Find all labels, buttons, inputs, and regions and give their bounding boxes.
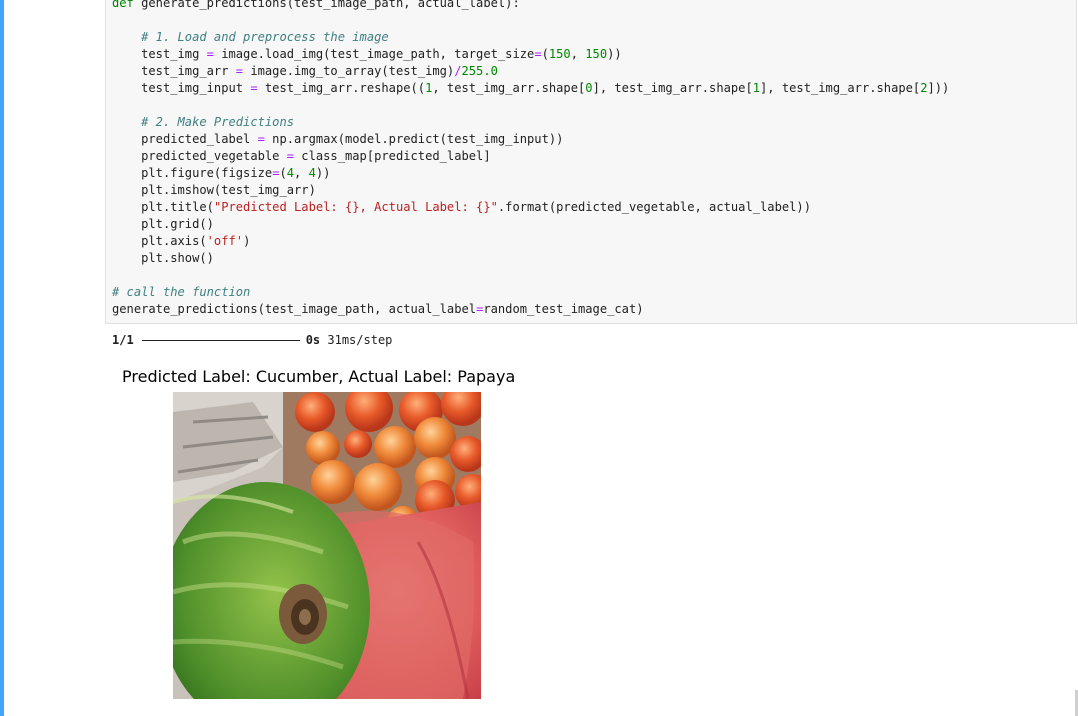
- code-token: =: [534, 47, 542, 61]
- code-token: generate_predictions(test_image_path, ac…: [112, 302, 477, 316]
- code-line: predicted_label = np.argmax(model.predic…: [112, 131, 949, 148]
- plot-image: [173, 392, 481, 699]
- code-token: 4: [286, 166, 295, 180]
- code-token: 2: [920, 81, 928, 95]
- code-editor[interactable]: def generate_predictions(test_image_path…: [112, 0, 949, 318]
- code-line: def generate_predictions(test_image_path…: [112, 0, 949, 12]
- code-token: image.img_to_array(test_img): [243, 64, 455, 78]
- code-line: plt.grid(): [112, 216, 949, 233]
- code-token: test_img_arr.reshape((: [257, 81, 426, 95]
- code-token: plt.title(: [112, 200, 214, 214]
- code-token: 150: [585, 47, 608, 61]
- code-token: plt.show(): [112, 251, 214, 265]
- progress-step: 1/1: [112, 333, 134, 347]
- code-token: .format(predicted_vegetable, actual_labe…: [497, 200, 811, 214]
- code-token: =: [257, 132, 265, 146]
- progress-bar: [141, 340, 300, 341]
- code-token: def: [112, 0, 142, 10]
- code-token: plt.imshow(test_img_arr): [112, 183, 316, 197]
- code-token: random_test_image_cat): [483, 302, 644, 316]
- cell-selection-bar: [0, 0, 4, 716]
- code-token: 255.0: [461, 64, 498, 78]
- code-token: test_img_arr: [112, 64, 236, 78]
- code-token: ], test_img_arr.shape[: [760, 81, 921, 95]
- code-token: # call the function: [112, 285, 251, 299]
- code-token: 4: [308, 166, 316, 180]
- code-line: plt.figure(figsize=(4, 4)): [112, 165, 949, 182]
- code-line: plt.title("Predicted Label: {}, Actual L…: [112, 199, 949, 216]
- code-token: =: [250, 81, 258, 95]
- code-token: plt.grid(): [112, 217, 214, 231]
- code-token: 1: [752, 81, 761, 95]
- code-token: ], test_img_arr.shape[: [592, 81, 753, 95]
- code-token: ,: [294, 166, 309, 180]
- plot-title: Predicted Label: Cucumber, Actual Label:…: [122, 367, 516, 386]
- code-token: =: [286, 149, 295, 163]
- code-cell[interactable]: def generate_predictions(test_image_path…: [105, 0, 1077, 324]
- code-token: # 2. Make Predictions: [141, 115, 295, 129]
- code-token: =: [235, 64, 244, 78]
- cell-output-progress: 1/1 0s 31ms/step: [112, 332, 392, 349]
- code-token: plt.axis(: [112, 234, 207, 248]
- code-token: (: [279, 166, 287, 180]
- code-token: image.load_img(test_image_path, target_s…: [213, 47, 535, 61]
- code-token: (: [541, 47, 549, 61]
- code-token: ,: [570, 47, 586, 61]
- code-token: plt.figure(figsize: [112, 166, 273, 180]
- code-token: # 1. Load and preprocess the image: [141, 30, 389, 44]
- code-line: test_img = image.load_img(test_image_pat…: [112, 46, 949, 63]
- progress-rate: 31ms/step: [327, 333, 393, 347]
- progress-time: 0s: [305, 333, 321, 347]
- code-token: =: [206, 47, 214, 61]
- code-token: test_img_input: [112, 81, 251, 95]
- code-token: generate_predictions(test_image_path, ac…: [141, 0, 520, 10]
- code-token: , test_img_arr.shape[: [432, 81, 586, 95]
- code-token: )): [315, 166, 331, 180]
- code-line: plt.show(): [112, 250, 949, 267]
- code-line: test_img_arr = image.img_to_array(test_i…: [112, 63, 949, 80]
- code-token: /: [454, 64, 462, 78]
- code-line: # 2. Make Predictions: [112, 114, 949, 131]
- code-token: "Predicted Label: {}, Actual Label: {}": [213, 200, 498, 214]
- code-line: # 1. Load and preprocess the image: [112, 29, 949, 46]
- code-token: class_map[predicted_label]: [294, 149, 491, 163]
- code-token: ): [243, 234, 251, 248]
- code-token: predicted_vegetable: [112, 149, 287, 163]
- code-line: predicted_vegetable = class_map[predicte…: [112, 148, 949, 165]
- code-line: generate_predictions(test_image_path, ac…: [112, 301, 949, 318]
- code-line: plt.axis('off'): [112, 233, 949, 250]
- code-token: predicted_label: [112, 132, 258, 146]
- code-token: np.argmax(model.predict(test_img_input)): [264, 132, 564, 146]
- vegetable-photo: [173, 392, 481, 699]
- code-token: 'off': [206, 234, 244, 248]
- code-token: 150: [548, 47, 571, 61]
- code-token: 0: [585, 81, 593, 95]
- code-token: ])): [927, 81, 950, 95]
- code-line: test_img_input = test_img_arr.reshape(( 1…: [112, 80, 949, 97]
- code-line: # call the function: [112, 284, 949, 301]
- code-token: )): [607, 47, 622, 61]
- code-token: test_img: [112, 47, 207, 61]
- code-line: plt.imshow(test_img_arr): [112, 182, 949, 199]
